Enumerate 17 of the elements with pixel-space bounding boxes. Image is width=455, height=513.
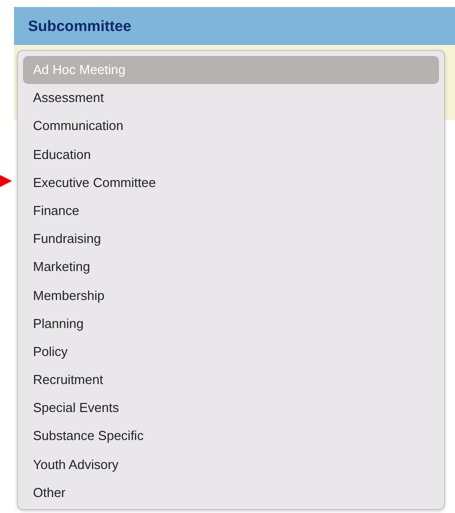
pointer-arrow-icon bbox=[0, 175, 12, 187]
dropdown-option[interactable]: Fundraising bbox=[23, 225, 439, 254]
dropdown-option[interactable]: Executive Committee bbox=[23, 168, 439, 197]
dropdown-option[interactable]: Membership bbox=[23, 282, 439, 310]
dropdown-option[interactable]: Finance bbox=[23, 196, 439, 226]
dropdown-option[interactable]: Policy bbox=[23, 338, 439, 366]
dropdown-option[interactable]: Substance Specific bbox=[23, 422, 439, 451]
dropdown-option[interactable]: Planning bbox=[23, 310, 439, 338]
dropdown-option[interactable]: Assessment bbox=[23, 84, 439, 112]
dropdown-option[interactable]: Education bbox=[23, 140, 439, 169]
dropdown-option[interactable]: Marketing bbox=[23, 253, 439, 282]
dropdown-option[interactable]: Recruitment bbox=[23, 366, 439, 394]
dropdown-option[interactable]: Communication bbox=[23, 112, 439, 141]
section-title: Subcommittee bbox=[28, 18, 132, 34]
dropdown-option[interactable]: Other bbox=[23, 478, 439, 507]
dropdown-option[interactable]: Youth Advisory bbox=[23, 450, 439, 479]
dropdown-option[interactable]: Special Events bbox=[23, 394, 439, 422]
